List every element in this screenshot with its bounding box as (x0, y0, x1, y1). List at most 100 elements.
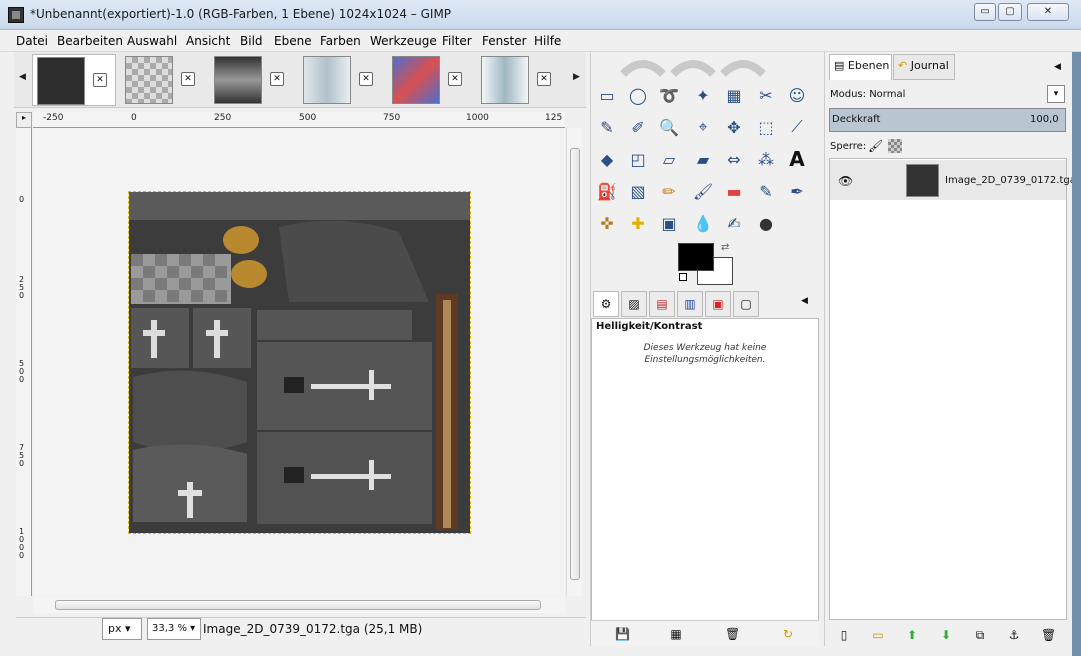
anchor-layer-icon[interactable]: ⚓ (1007, 628, 1021, 642)
rotate-tool-icon[interactable]: ◆ (594, 146, 620, 172)
new-layer-icon[interactable]: ▯ (837, 628, 851, 642)
horizontal-scrollbar[interactable] (33, 597, 565, 613)
smudge-tool-icon[interactable]: ✍ (721, 210, 747, 236)
delete-options-icon[interactable]: 🗑 (725, 627, 740, 641)
lower-layer-icon[interactable]: ⬇ (939, 628, 953, 642)
menu-ebene[interactable]: Ebene (274, 34, 312, 48)
heal-tool-icon[interactable]: ✚ (625, 210, 651, 236)
duplicate-layer-icon[interactable]: ⧉ (973, 628, 987, 642)
menu-datei[interactable]: Datei (16, 34, 48, 48)
eraser-tool-icon[interactable]: ▬ (721, 178, 747, 204)
unit-select[interactable]: px ▾ (102, 618, 142, 640)
dodge-burn-tool-icon[interactable]: ● (753, 210, 779, 236)
crop-tool-icon[interactable]: ⟋ (784, 114, 810, 140)
image-tab[interactable]: ✕ (388, 54, 472, 106)
image-canvas[interactable] (128, 191, 471, 534)
zoom-tool-icon[interactable]: 🔍 (656, 114, 682, 140)
default-colors-icon[interactable] (679, 273, 687, 281)
tabs-scroll-left-icon[interactable]: ◀ (19, 72, 26, 82)
visibility-eye-icon[interactable]: 👁 (838, 174, 853, 188)
shear-tool-icon[interactable]: ▱ (656, 146, 682, 172)
menu-auswahl[interactable]: Auswahl (127, 34, 177, 48)
menu-bearbeiten[interactable]: Bearbeiten (57, 34, 123, 48)
save-options-icon[interactable]: 💾 (615, 627, 630, 641)
close-tab-icon[interactable]: ✕ (181, 72, 195, 86)
horizontal-ruler[interactable]: -250 0 250 500 750 1000 125 (33, 112, 565, 128)
scale-tool-icon[interactable]: ◰ (625, 146, 651, 172)
delete-layer-icon[interactable]: 🗑 (1041, 628, 1056, 642)
pencil-tool-icon[interactable]: ✏ (656, 178, 682, 204)
foreground-color-swatch[interactable] (678, 243, 714, 271)
menu-fenster[interactable]: Fenster (482, 34, 527, 48)
swap-colors-icon[interactable]: ⇄ (721, 242, 729, 253)
tab-gradients[interactable]: ▢ (733, 291, 759, 317)
close-tab-icon[interactable]: ✕ (448, 72, 462, 86)
move-tool-icon[interactable]: ✥ (721, 114, 747, 140)
layers-menu-icon[interactable]: ◀ (1054, 62, 1061, 72)
menu-filter[interactable]: Filter (442, 34, 472, 48)
ruler-corner-button[interactable]: ▸ (16, 112, 32, 128)
menu-bild[interactable]: Bild (240, 34, 263, 48)
menu-werkzeuge[interactable]: Werkzeuge (370, 34, 437, 48)
paths-tool-icon[interactable]: ✎ (594, 114, 620, 140)
image-tab[interactable]: ✕ (210, 54, 294, 106)
tab-undo-history[interactable]: ▤ (649, 291, 675, 317)
minimize-button[interactable]: ▭ (974, 3, 996, 21)
bucket-fill-tool-icon[interactable]: ⛽ (594, 178, 620, 204)
image-tab[interactable]: ✕ (32, 54, 116, 106)
restore-options-icon[interactable]: ▦ (669, 627, 683, 641)
tab-ebenen[interactable]: ▤ Ebenen (829, 54, 892, 80)
align-tool-icon[interactable]: ⬚ (753, 114, 779, 140)
vertical-scroll-thumb[interactable] (570, 148, 580, 580)
vertical-scrollbar[interactable] (566, 128, 582, 596)
mode-dropdown-icon[interactable]: ▾ (1047, 85, 1065, 103)
image-tab[interactable]: ✕ (477, 54, 561, 106)
image-tab[interactable]: ✕ (121, 54, 205, 106)
ink-tool-icon[interactable]: ✒ (784, 178, 810, 204)
lasso-tool-icon[interactable]: ➰ (656, 82, 682, 108)
image-tab[interactable]: ✕ (299, 54, 383, 106)
tab-patterns[interactable]: ▣ (705, 291, 731, 317)
tabs-scroll-right-icon[interactable]: ▶ (573, 72, 580, 82)
fuzzy-select-tool-icon[interactable]: ✦ (690, 82, 716, 108)
mode-select[interactable]: Modus: Normal (830, 89, 905, 100)
rect-select-tool-icon[interactable]: ▭ (594, 82, 620, 108)
close-button[interactable]: ✕ (1027, 3, 1069, 21)
menu-farben[interactable]: Farben (320, 34, 361, 48)
zoom-select[interactable]: 33,3 % ▾ (147, 618, 201, 640)
color-picker-tool-icon[interactable]: ✐ (625, 114, 651, 140)
close-tab-icon[interactable]: ✕ (93, 73, 107, 87)
close-tab-icon[interactable]: ✕ (359, 72, 373, 86)
new-layer-group-icon[interactable]: ▭ (871, 628, 885, 642)
measure-tool-icon[interactable]: ⌖ (690, 114, 716, 140)
layer-name[interactable]: Image_2D_0739_0172.tga (945, 175, 1076, 186)
paintbrush-tool-icon[interactable]: 🖌 (690, 178, 716, 204)
clone-tool-icon[interactable]: ✜ (594, 210, 620, 236)
tab-images[interactable]: ▥ (677, 291, 703, 317)
scissors-tool-icon[interactable]: ✂ (753, 82, 779, 108)
blur-tool-icon[interactable]: 💧 (690, 210, 716, 236)
dock-menu-icon[interactable]: ◀ (801, 296, 808, 306)
raise-layer-icon[interactable]: ⬆ (905, 628, 919, 642)
blend-tool-icon[interactable]: ▧ (625, 178, 651, 204)
menu-ansicht[interactable]: Ansicht (186, 34, 230, 48)
lock-pixels-icon[interactable]: 🖌 (868, 139, 883, 153)
cage-tool-icon[interactable]: ⁂ (753, 146, 779, 172)
flip-tool-icon[interactable]: ⇔ (721, 146, 747, 172)
tab-tool-options[interactable]: ⚙ (593, 291, 619, 317)
vertical-ruler[interactable]: 0 250 500 750 1000 (16, 128, 32, 596)
horizontal-scroll-thumb[interactable] (55, 600, 541, 610)
menu-hilfe[interactable]: Hilfe (534, 34, 561, 48)
lock-alpha-icon[interactable] (888, 139, 902, 153)
perspective-tool-icon[interactable]: ▰ (690, 146, 716, 172)
text-tool-icon[interactable]: A (784, 146, 810, 172)
tab-device-status[interactable]: ▨ (621, 291, 647, 317)
foreground-select-tool-icon[interactable]: ☺ (784, 82, 810, 108)
maximize-button[interactable]: ▢ (998, 3, 1022, 21)
perspective-clone-tool-icon[interactable]: ▣ (656, 210, 682, 236)
tab-journal[interactable]: ↶ Journal (893, 54, 955, 80)
close-tab-icon[interactable]: ✕ (270, 72, 284, 86)
close-tab-icon[interactable]: ✕ (537, 72, 551, 86)
color-select-tool-icon[interactable]: ▦ (721, 82, 747, 108)
opacity-value[interactable]: 100,0 (1030, 114, 1059, 125)
